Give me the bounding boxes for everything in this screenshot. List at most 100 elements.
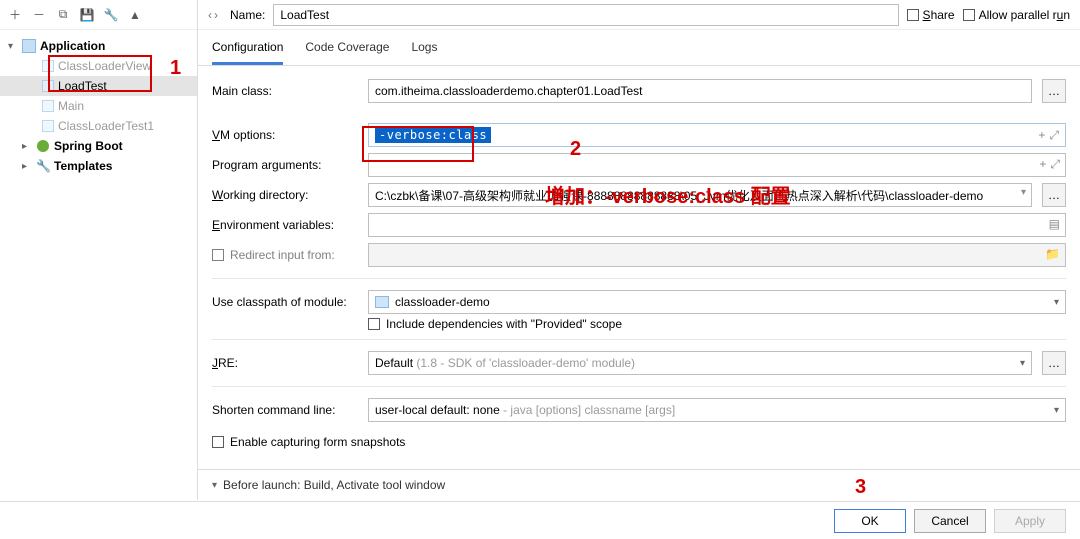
redirect-label: Redirect input from: [230, 248, 335, 262]
dialog-footer: OK Cancel Apply [0, 501, 1080, 539]
share-label: hare [931, 8, 955, 22]
run-config-icon [42, 120, 54, 132]
main-class-label: Main class: [212, 84, 358, 98]
browse-main-class-button[interactable]: … [1042, 79, 1066, 103]
tab-logs[interactable]: Logs [411, 40, 437, 65]
snapshot-checkbox[interactable]: Enable capturing form snapshots [212, 435, 405, 449]
shorten-hint: - java [options] classname [args] [500, 403, 675, 417]
before-launch-section[interactable]: ▾ Before launch: Build, Activate tool wi… [198, 469, 1080, 500]
tree-node-templates[interactable]: ▸ 🔧 Templates [0, 156, 197, 176]
jre-label: JRE: [212, 356, 358, 370]
snapshot-label: Enable capturing form snapshots [230, 435, 405, 449]
tree-node-classloadertest1[interactable]: ClassLoaderTest1 [0, 116, 197, 136]
config-tree: ▾ Application ClassLoaderView LoadTest M… [0, 30, 197, 500]
parallel-checkbox[interactable]: Allow parallel run [963, 8, 1070, 22]
vm-options-input[interactable]: -verbose:class + ⤢ [368, 123, 1066, 147]
working-dir-label: Working directory: [212, 188, 358, 202]
checkbox-icon [907, 9, 919, 21]
program-args-label: Program arguments: [212, 158, 358, 172]
wrench-icon[interactable]: 🔧 [102, 6, 120, 24]
tree-label: LoadTest [58, 79, 107, 93]
expand-icon[interactable]: ⤢ [1050, 157, 1060, 172]
tree-node-main[interactable]: Main [0, 96, 197, 116]
browse-jre-button[interactable]: … [1042, 351, 1066, 375]
main-class-input[interactable] [368, 79, 1032, 103]
classpath-combo[interactable]: classloader-demo ▾ [368, 290, 1066, 314]
redirect-input-checkbox[interactable]: Redirect input from: [212, 248, 358, 262]
chevron-down-icon: ▾ [1054, 405, 1059, 416]
jre-combo[interactable]: Default (1.8 - SDK of 'classloader-demo'… [368, 351, 1032, 375]
jre-value: Default [375, 356, 413, 370]
name-input[interactable] [273, 4, 898, 26]
copy-icon[interactable]: ⧉ [54, 6, 72, 24]
share-checkbox[interactable]: Share [907, 8, 955, 22]
expand-icon[interactable]: ⤢ [1049, 128, 1059, 143]
save-icon[interactable]: 💾 [78, 6, 96, 24]
browse-working-dir-button[interactable]: … [1042, 183, 1066, 207]
tabs: Configuration Code Coverage Logs [198, 30, 1080, 66]
add-icon[interactable]: ＋ [6, 6, 24, 24]
module-icon [375, 296, 389, 308]
working-dir-input[interactable] [368, 183, 1032, 207]
tree-node-loadtest[interactable]: LoadTest [0, 76, 197, 96]
main-panel: ‹ › Name: Share Allow parallel run Confi… [198, 0, 1080, 500]
program-args-input[interactable] [368, 153, 1066, 177]
before-launch-label: Before launch: Build, Activate tool wind… [223, 478, 445, 492]
chevron-down-icon: ▾ [8, 41, 18, 52]
form-body: Main class: … VM options: -verbose:class… [198, 66, 1080, 469]
folder-icon: 📁 [1045, 247, 1060, 261]
name-row: ‹ › Name: Share Allow parallel run [198, 0, 1080, 30]
chevron-right-icon: › [214, 8, 218, 22]
cancel-button[interactable]: Cancel [914, 509, 986, 533]
shorten-combo[interactable]: user-local default: none - java [options… [368, 398, 1066, 422]
vm-options-value: -verbose:class [375, 127, 491, 143]
env-vars-input[interactable] [368, 213, 1066, 237]
sidebar-toolbar: ＋ － ⧉ 💾 🔧 ▲ [0, 0, 197, 30]
tree-label: ClassLoaderTest1 [58, 119, 154, 133]
checkbox-icon [963, 9, 975, 21]
add-icon[interactable]: + [1038, 128, 1045, 143]
tab-configuration[interactable]: Configuration [212, 40, 283, 65]
checkbox-icon [212, 249, 224, 261]
chevron-down-icon: ▾ [212, 480, 217, 491]
springboot-icon [36, 139, 50, 153]
tree-node-springboot[interactable]: ▸ Spring Boot [0, 136, 197, 156]
chevron-down-icon: ▾ [1020, 358, 1025, 369]
tab-code-coverage[interactable]: Code Coverage [305, 40, 389, 65]
tree-label: Spring Boot [54, 139, 123, 153]
classpath-value: classloader-demo [395, 295, 490, 309]
add-icon[interactable]: + [1039, 157, 1046, 172]
list-icon[interactable]: ▤ [1049, 217, 1060, 231]
env-vars-label: Environment variables: [212, 218, 358, 232]
chevron-right-icon: ▸ [22, 161, 32, 172]
tree-label: Templates [54, 159, 112, 173]
tree-node-application[interactable]: ▾ Application [0, 36, 197, 56]
ok-button[interactable]: OK [834, 509, 906, 533]
tree-label: ClassLoaderView [58, 59, 151, 73]
run-config-icon [42, 80, 54, 92]
shorten-value: user-local default: none [375, 403, 500, 417]
up-icon[interactable]: ▲ [126, 6, 144, 24]
chevron-down-icon: ▾ [1054, 297, 1059, 308]
vm-options-label: VM options: [212, 128, 358, 142]
remove-icon[interactable]: － [30, 6, 48, 24]
run-config-icon [42, 60, 54, 72]
checkbox-icon [212, 436, 224, 448]
tree-label: Main [58, 99, 84, 113]
application-icon [22, 39, 36, 53]
chevron-left-icon: ‹ [208, 8, 212, 22]
shorten-label: Shorten command line: [212, 403, 358, 417]
classpath-label: Use classpath of module: [212, 295, 358, 309]
name-label: Name: [230, 8, 265, 22]
include-provided-checkbox[interactable]: Include dependencies with "Provided" sco… [212, 317, 1066, 331]
tree-node-classloaderview[interactable]: ClassLoaderView [0, 56, 197, 76]
chevron-down-icon[interactable]: ▾ [1021, 187, 1026, 198]
include-provided-label: Include dependencies with "Provided" sco… [386, 317, 622, 331]
apply-button: Apply [994, 509, 1066, 533]
chevron-right-icon: ▸ [22, 141, 32, 152]
sidebar: ＋ － ⧉ 💾 🔧 ▲ ▾ Application ClassLoaderVie… [0, 0, 198, 500]
history-nav[interactable]: ‹ › [208, 8, 218, 22]
tree-label: Application [40, 39, 105, 53]
run-config-icon [42, 100, 54, 112]
wrench-icon: 🔧 [36, 159, 50, 173]
